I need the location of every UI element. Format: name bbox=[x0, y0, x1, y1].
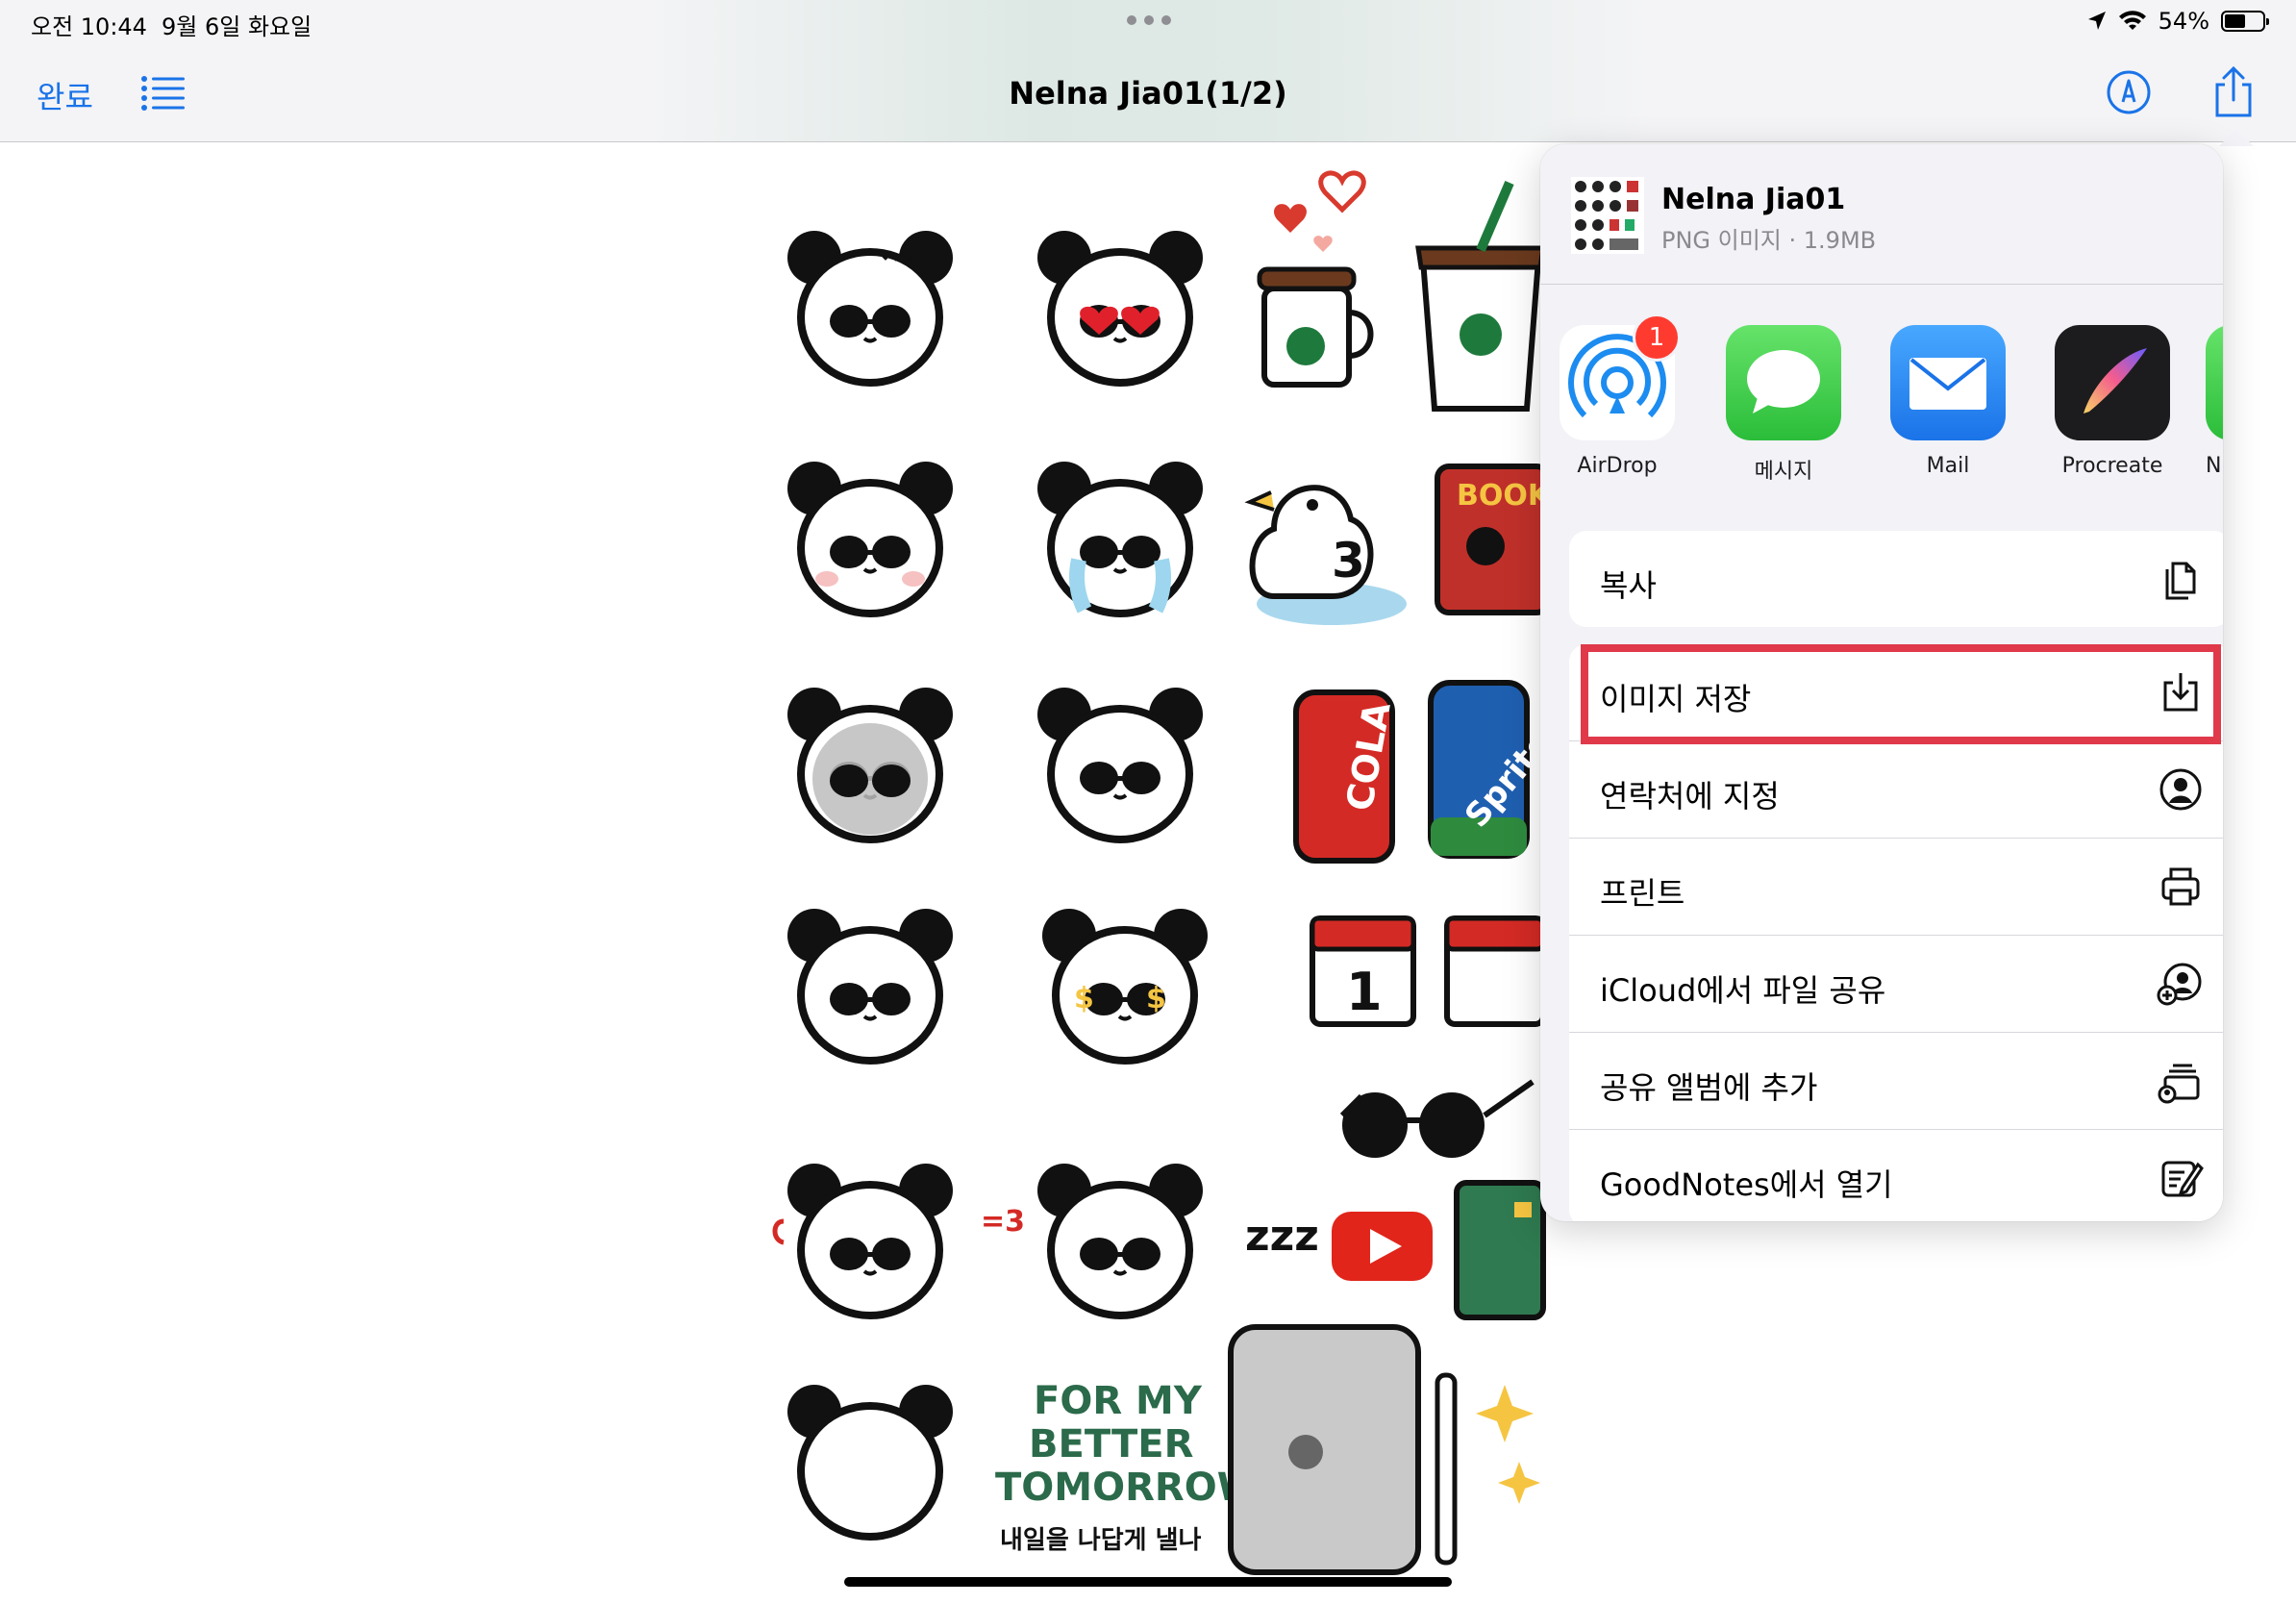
document-title: Nelna Jia01(1/2) bbox=[1009, 75, 1287, 112]
action-label: 복사 bbox=[1600, 567, 1657, 604]
app-messages[interactable]: 메시지 bbox=[1711, 325, 1856, 485]
action-label: 프린트 bbox=[1600, 875, 1685, 912]
file-name: Nelna Jia01 bbox=[1661, 183, 1846, 216]
status-date: 9월 6일 화요일 bbox=[162, 13, 312, 40]
app-partial[interactable]: N bbox=[2206, 325, 2223, 478]
korean-slogan: 내일을 나답게 낼나 bbox=[1000, 1526, 1202, 1555]
app-label: Mail bbox=[1926, 454, 1970, 478]
action-copy[interactable]: 복사 bbox=[1569, 531, 2223, 627]
action-label: 연락처에 지정 bbox=[1600, 778, 1780, 815]
app-mail[interactable]: Mail bbox=[1876, 325, 2020, 478]
panda-sticker bbox=[787, 231, 953, 383]
app-airdrop[interactable]: 1 AirDrop bbox=[1545, 313, 1689, 478]
panda-sticker bbox=[1037, 688, 1203, 840]
svg-text:$: $ bbox=[1074, 982, 1094, 1015]
panda-sticker bbox=[787, 462, 953, 614]
action-open-goodnotes[interactable]: GoodNotes에서 열기 bbox=[1569, 1130, 2223, 1221]
home-indicator[interactable] bbox=[844, 1577, 1452, 1587]
icloud-share-icon bbox=[2157, 963, 2202, 1006]
battery-percent: 54% bbox=[2158, 8, 2209, 35]
slogan-line-1: FOR MY bbox=[1034, 1379, 1203, 1423]
action-assign-contact[interactable]: 연락처에 지정 bbox=[1569, 741, 2223, 839]
slogan-line-3: TOMORROW bbox=[995, 1466, 1260, 1510]
panda-sticker bbox=[787, 1164, 953, 1316]
status-bar-overlay: 오전 10:44 9월 6일 화요일 54% bbox=[0, 0, 2296, 46]
shared-album-icon bbox=[2158, 1064, 2200, 1104]
goodnotes-icon bbox=[2161, 1161, 2204, 1197]
contact-icon bbox=[2159, 768, 2202, 811]
app-label: AirDrop bbox=[1577, 454, 1658, 478]
sticker-sheet-image[interactable]: 3 BOOK COLA Sprite $ $ 1 =3 zzz FOR MY B… bbox=[711, 144, 1577, 1587]
panda-sticker bbox=[1037, 231, 1203, 383]
messages-icon bbox=[1726, 325, 1841, 440]
slogan-line-2: BETTER bbox=[1029, 1422, 1193, 1466]
calendar-day: 1 bbox=[1346, 962, 1383, 1022]
svg-text:=3: =3 bbox=[981, 1205, 1025, 1239]
file-thumbnail bbox=[1571, 177, 1644, 254]
action-label: iCloud에서 파일 공유 bbox=[1600, 972, 1886, 1009]
app-procreate[interactable]: Procreate bbox=[2040, 325, 2184, 478]
panda-sticker bbox=[787, 909, 953, 1061]
mail-icon bbox=[1890, 325, 2006, 440]
action-label: 이미지 저장 bbox=[1600, 681, 1752, 717]
panda-sticker bbox=[1037, 462, 1203, 614]
panda-sticker bbox=[787, 1385, 953, 1537]
action-list: 이미지 저장 연락처에 지정 프린트 iCloud에서 파일 공유 공유 앨범에… bbox=[1569, 644, 2223, 1221]
panda-sticker bbox=[1042, 909, 1208, 1061]
share-sheet: Nelna Jia01 PNG 이미지 · 1.9MB 1 AirDrop 메시… bbox=[1540, 144, 2223, 1221]
panda-sticker bbox=[1037, 1164, 1203, 1316]
action-label: GoodNotes에서 열기 bbox=[1600, 1166, 1893, 1203]
procreate-icon bbox=[2055, 325, 2170, 440]
zzz-text: zzz bbox=[1245, 1212, 1319, 1261]
markup-pen-icon[interactable] bbox=[2106, 69, 2152, 115]
file-meta: PNG 이미지 · 1.9MB bbox=[1661, 227, 1877, 254]
print-icon bbox=[2161, 867, 2200, 906]
multitasking-dots-icon[interactable] bbox=[1127, 15, 1171, 25]
book-label: BOOK bbox=[1457, 479, 1552, 513]
share-sheet-header: Nelna Jia01 PNG 이미지 · 1.9MB bbox=[1540, 144, 2223, 285]
app-label: 메시지 bbox=[1754, 460, 1813, 484]
svg-text:$: $ bbox=[1146, 982, 1166, 1015]
share-icon[interactable] bbox=[2211, 65, 2256, 119]
app-icon-partial bbox=[2206, 325, 2223, 440]
status-indicators: 54% bbox=[2087, 8, 2269, 35]
save-image-icon bbox=[2163, 673, 2198, 712]
status-time: 오전 10:44 bbox=[31, 13, 147, 40]
wifi-icon bbox=[2118, 11, 2146, 30]
nav-bar: 오전 10:44 9월 6일 화요일 54% 완료 Nelna Jia01(1/… bbox=[0, 0, 2296, 142]
popover-arrow bbox=[2219, 129, 2254, 146]
copy-icon bbox=[2165, 562, 2196, 600]
app-label: Procreate bbox=[2061, 454, 2163, 478]
duck-number: 3 bbox=[1332, 533, 1365, 589]
app-share-row: 1 AirDrop 메시지 Mail Procreate N bbox=[1540, 313, 2223, 484]
action-shared-album[interactable]: 공유 앨범에 추가 bbox=[1569, 1033, 2223, 1130]
app-label: N bbox=[2206, 454, 2222, 478]
action-icloud-share[interactable]: iCloud에서 파일 공유 bbox=[1569, 936, 2223, 1033]
action-label: 공유 앨범에 추가 bbox=[1600, 1069, 1818, 1106]
action-print[interactable]: 프린트 bbox=[1569, 839, 2223, 936]
battery-icon bbox=[2221, 11, 2269, 32]
action-save-image[interactable]: 이미지 저장 bbox=[1569, 644, 2223, 741]
notification-badge: 1 bbox=[1633, 313, 1681, 362]
location-arrow-icon bbox=[2087, 12, 2106, 30]
airdrop-icon: 1 bbox=[1560, 313, 1681, 440]
